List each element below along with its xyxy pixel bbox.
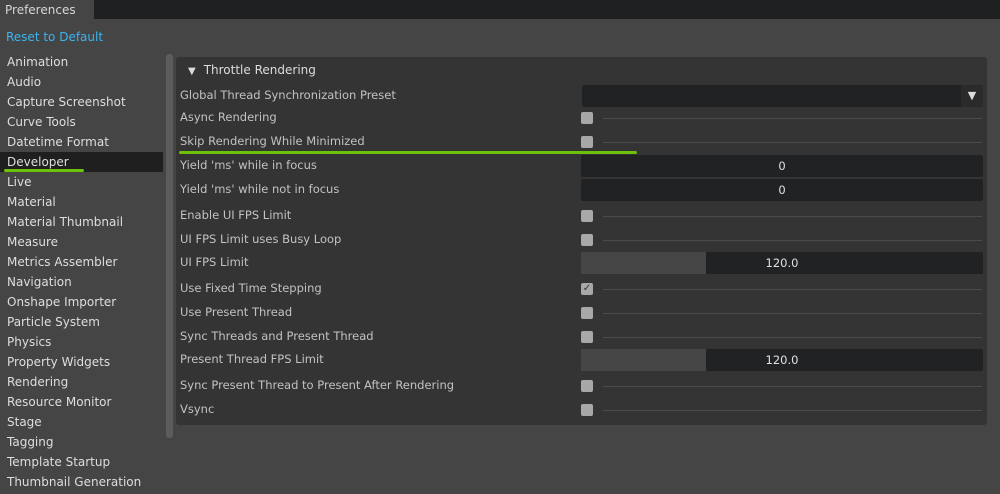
- sidebar-item-stage[interactable]: Stage: [0, 412, 163, 432]
- divider: [603, 289, 982, 290]
- sidebar-item-curve-tools[interactable]: Curve Tools: [0, 112, 163, 132]
- setting-label: UI FPS Limit uses Busy Loop: [180, 232, 342, 246]
- slider-fill: [581, 252, 706, 274]
- sidebar-item-rendering[interactable]: Rendering: [0, 372, 163, 392]
- sidebar: Animation Audio Capture Screenshot Curve To…: [0, 52, 163, 492]
- collapse-triangle-icon: ▼: [188, 66, 196, 77]
- setting-row-global-thread-synchronization-preset: Global Thread Synchronization Preset ▼: [176, 84, 987, 108]
- throttle-rendering-panel: ▼ Throttle Rendering Global Thread Synchr…: [176, 57, 987, 425]
- setting-row-ui-fps-limit: UI FPS Limit 120.0: [176, 251, 987, 275]
- setting-label: Use Fixed Time Stepping: [180, 281, 322, 295]
- sidebar-item-metrics-assembler[interactable]: Metrics Assembler: [0, 252, 163, 272]
- setting-label: Sync Threads and Present Thread: [180, 329, 374, 343]
- setting-label: Global Thread Synchronization Preset: [180, 88, 396, 102]
- sidebar-item-thumbnail-generation[interactable]: Thumbnail Generation: [0, 472, 163, 492]
- setting-label: Yield 'ms' while in focus: [180, 158, 317, 172]
- divider: [603, 386, 982, 387]
- setting-row-use-present-thread: Use Present Thread: [176, 301, 987, 325]
- enable-ui-fps-limit-checkbox[interactable]: [581, 210, 593, 222]
- sidebar-item-datetime-format[interactable]: Datetime Format: [0, 132, 163, 152]
- present-thread-fps-limit-slider[interactable]: 120.0: [581, 349, 983, 371]
- sidebar-item-live[interactable]: Live: [0, 172, 163, 192]
- sidebar-item-audio[interactable]: Audio: [0, 72, 163, 92]
- dropdown-arrow-icon[interactable]: ▼: [961, 85, 983, 107]
- divider: [603, 142, 982, 143]
- sidebar-item-property-widgets[interactable]: Property Widgets: [0, 352, 163, 372]
- annotation-underline: [179, 151, 637, 154]
- setting-row-sync-threads-and-present-thread: Sync Threads and Present Thread: [176, 325, 987, 349]
- vsync-checkbox[interactable]: [581, 404, 593, 416]
- sidebar-item-navigation[interactable]: Navigation: [0, 272, 163, 292]
- slider-fill: [581, 349, 706, 371]
- sidebar-item-tagging[interactable]: Tagging: [0, 432, 163, 452]
- sidebar-item-resource-monitor[interactable]: Resource Monitor: [0, 392, 163, 412]
- sidebar-item-animation[interactable]: Animation: [0, 52, 163, 72]
- skip-rendering-while-minimized-checkbox[interactable]: [581, 136, 593, 148]
- setting-label: Async Rendering: [180, 110, 277, 124]
- divider: [603, 337, 982, 338]
- reset-to-default-link[interactable]: Reset to Default: [6, 30, 103, 44]
- divider: [603, 410, 982, 411]
- yield-ms-while-not-in-focus-input[interactable]: 0: [581, 179, 983, 201]
- sidebar-item-physics[interactable]: Physics: [0, 332, 163, 352]
- section-header[interactable]: ▼ Throttle Rendering: [188, 63, 316, 77]
- global-thread-synchronization-preset-dropdown[interactable]: ▼: [582, 85, 983, 107]
- setting-row-present-thread-fps-limit: Present Thread FPS Limit 120.0: [176, 348, 987, 372]
- use-fixed-time-stepping-checkbox[interactable]: ✓: [581, 283, 593, 295]
- setting-row-async-rendering: Async Rendering: [176, 106, 987, 130]
- yield-ms-while-in-focus-input[interactable]: 0: [581, 155, 983, 177]
- sidebar-item-template-startup[interactable]: Template Startup: [0, 452, 163, 472]
- setting-label: Use Present Thread: [180, 305, 293, 319]
- setting-row-sync-present-thread-to-present-after-rendering: Sync Present Thread to Present After Ren…: [176, 374, 987, 398]
- setting-row-yield-ms-while-not-in-focus: Yield 'ms' while not in focus 0: [176, 178, 987, 202]
- section-title: Throttle Rendering: [203, 63, 316, 77]
- setting-row-enable-ui-fps-limit: Enable UI FPS Limit: [176, 204, 987, 228]
- setting-row-use-fixed-time-stepping: Use Fixed Time Stepping ✓: [176, 277, 987, 301]
- setting-label: Skip Rendering While Minimized: [180, 134, 365, 148]
- setting-label: Vsync: [180, 402, 215, 416]
- sync-present-thread-to-present-after-rendering-checkbox[interactable]: [581, 380, 593, 392]
- use-present-thread-checkbox[interactable]: [581, 307, 593, 319]
- setting-label: UI FPS Limit: [180, 255, 249, 269]
- setting-label: Enable UI FPS Limit: [180, 208, 292, 222]
- setting-label: Present Thread FPS Limit: [180, 352, 324, 366]
- sidebar-item-capture-screenshot[interactable]: Capture Screenshot: [0, 92, 163, 112]
- tab-preferences[interactable]: Preferences: [0, 0, 94, 19]
- sidebar-item-measure[interactable]: Measure: [0, 232, 163, 252]
- setting-label: Yield 'ms' while not in focus: [180, 182, 340, 196]
- sidebar-item-onshape-importer[interactable]: Onshape Importer: [0, 292, 163, 312]
- ui-fps-limit-slider[interactable]: 120.0: [581, 252, 983, 274]
- setting-label: Sync Present Thread to Present After Ren…: [180, 378, 455, 392]
- divider: [603, 216, 982, 217]
- annotation-underline: [4, 169, 84, 172]
- divider: [603, 240, 982, 241]
- setting-row-yield-ms-while-in-focus: Yield 'ms' while in focus 0: [176, 154, 987, 178]
- title-bar: [0, 0, 1000, 19]
- divider: [603, 313, 982, 314]
- sync-threads-and-present-thread-checkbox[interactable]: [581, 331, 593, 343]
- sidebar-item-particle-system[interactable]: Particle System: [0, 312, 163, 332]
- ui-fps-limit-uses-busy-loop-checkbox[interactable]: [581, 234, 593, 246]
- setting-row-ui-fps-limit-uses-busy-loop: UI FPS Limit uses Busy Loop: [176, 228, 987, 252]
- divider: [603, 118, 982, 119]
- setting-row-vsync: Vsync: [176, 398, 987, 422]
- sidebar-scrollbar[interactable]: [166, 54, 173, 438]
- sidebar-item-material-thumbnail[interactable]: Material Thumbnail: [0, 212, 163, 232]
- async-rendering-checkbox[interactable]: [581, 112, 593, 124]
- sidebar-item-material[interactable]: Material: [0, 192, 163, 212]
